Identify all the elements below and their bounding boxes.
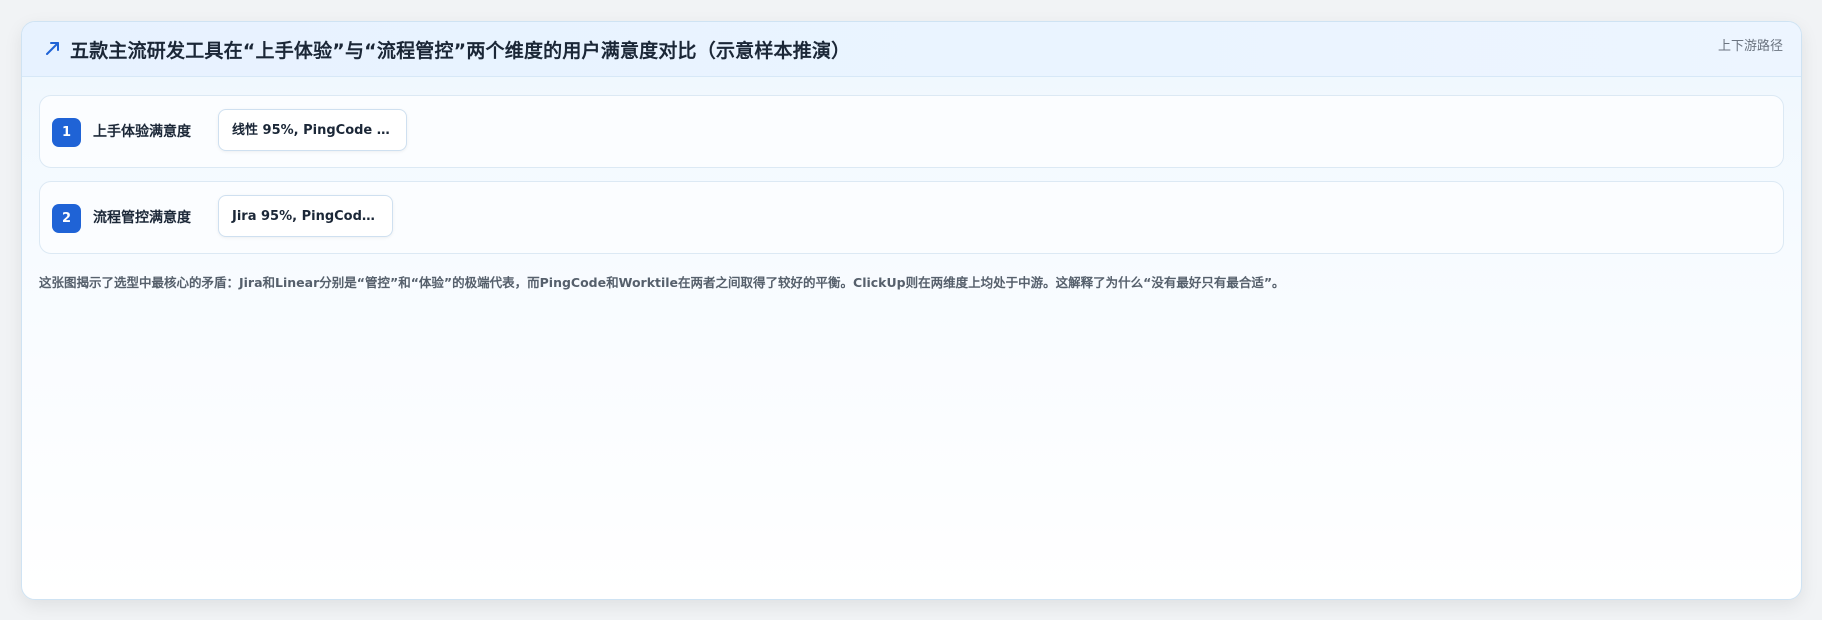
card-title: 五款主流研发工具在“上手体验”与“流程管控”两个维度的用户满意度对比（示意样本推… — [70, 40, 851, 62]
insight-footnote: 这张图揭示了选型中最核心的矛盾：Jira和Linear分别是“管控”和“体验”的… — [39, 275, 1285, 290]
row-number-badge: 2 — [52, 204, 81, 233]
trend-up-arrow-icon — [46, 42, 59, 55]
row-label: 上手体验满意度 — [93, 124, 191, 140]
row-label: 流程管控满意度 — [93, 210, 191, 226]
upstream-downstream-path-link[interactable]: 上下游路径 — [1718, 35, 1783, 54]
metric-row-onboarding: 1 上手体验满意度 线性 95%, PingCode 9... — [39, 95, 1784, 168]
insight-card: 五款主流研发工具在“上手体验”与“流程管控”两个维度的用户满意度对比（示意样本推… — [21, 21, 1802, 600]
metric-row-process-control: 2 流程管控满意度 Jira 95%, PingCode... — [39, 181, 1784, 254]
value-chip[interactable]: 线性 95%, PingCode 9... — [218, 109, 407, 151]
row-number-badge: 1 — [52, 118, 81, 147]
card-header: 五款主流研发工具在“上手体验”与“流程管控”两个维度的用户满意度对比（示意样本推… — [22, 22, 1801, 77]
value-chip[interactable]: Jira 95%, PingCode... — [218, 195, 393, 237]
